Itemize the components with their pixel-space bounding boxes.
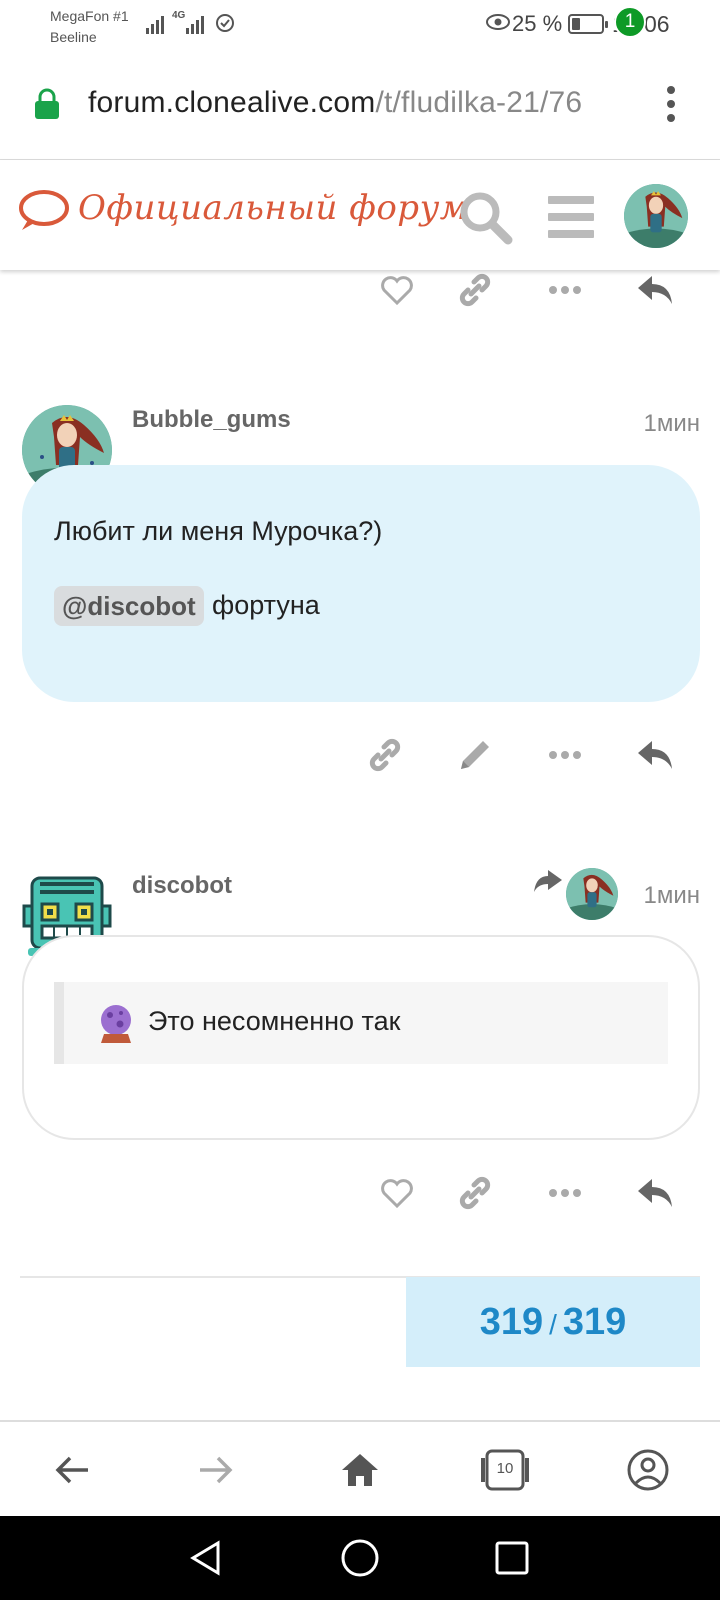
share-link-button[interactable] xyxy=(450,265,500,315)
square-recents-icon xyxy=(495,1541,529,1575)
status-bar: MegaFon #1 Beeline 4G 25 % 19:06 xyxy=(0,0,720,48)
speech-bubble-logo-icon xyxy=(19,190,69,230)
link-icon xyxy=(459,273,491,307)
home-button[interactable] xyxy=(336,1446,384,1494)
post-body-bubble xyxy=(22,465,700,702)
reply-arrow-icon xyxy=(638,741,672,769)
link-icon xyxy=(369,738,401,772)
sync-icon xyxy=(216,14,234,32)
ellipsis-icon xyxy=(549,1189,581,1197)
quote-text: Это несомненно так xyxy=(148,1006,401,1036)
battery-percent: 25 % xyxy=(512,11,563,36)
arrow-right-icon xyxy=(200,1456,233,1484)
browser-toolbar: 10 xyxy=(0,1420,720,1516)
search-icon[interactable] xyxy=(458,190,514,246)
reply-button[interactable] xyxy=(630,265,680,315)
forward-button[interactable] xyxy=(192,1446,240,1494)
tabs-count: 10 xyxy=(496,1460,514,1477)
avatar-image xyxy=(624,184,688,248)
home-icon xyxy=(342,1454,378,1486)
url-path: /t/fludilka-21/76 xyxy=(375,86,583,119)
post-text: Любит ли меня Мурочка?) xyxy=(54,516,383,546)
carrier-info: MegaFon #1 Beeline xyxy=(50,6,129,48)
heart-icon xyxy=(381,1179,413,1208)
url-bar: forum.clonealive.com/t/fludilka-21/76 xyxy=(0,48,720,160)
more-button[interactable] xyxy=(540,730,590,780)
system-back-button[interactable] xyxy=(184,1536,228,1580)
blockquote: Это несомненно так xyxy=(54,982,668,1064)
edit-button[interactable] xyxy=(450,730,500,780)
topic-progress[interactable]: 319/319 xyxy=(406,1277,700,1367)
more-options-icon[interactable] xyxy=(664,86,678,122)
avatar-image xyxy=(566,868,618,920)
notification-badge[interactable]: 1 xyxy=(614,6,646,38)
carrier-2: Beeline xyxy=(50,29,97,45)
network-type: 4G xyxy=(172,10,186,21)
hamburger-menu-icon[interactable] xyxy=(548,196,594,247)
reply-button[interactable] xyxy=(630,1168,680,1218)
lock-icon[interactable] xyxy=(34,88,60,120)
user-avatar[interactable] xyxy=(624,184,688,248)
heart-icon xyxy=(381,276,413,305)
reply-to-arrow-icon[interactable] xyxy=(534,868,562,892)
post-username[interactable]: discobot xyxy=(132,872,232,900)
post-actions-previous xyxy=(0,265,720,315)
post-actions-discobot xyxy=(0,1168,720,1218)
progress-current: 319 xyxy=(479,1301,544,1343)
post-time[interactable]: 1мин xyxy=(643,410,700,438)
post-text-after-mention: фортуна xyxy=(212,590,320,620)
share-link-button[interactable] xyxy=(450,1168,500,1218)
signal-icon xyxy=(146,16,164,34)
link-icon xyxy=(459,1176,491,1210)
tabs-button[interactable]: 10 xyxy=(480,1446,530,1494)
share-link-button[interactable] xyxy=(360,730,410,780)
pencil-icon xyxy=(461,741,489,769)
forum-header: Официальный форум xyxy=(0,160,720,270)
ellipsis-icon xyxy=(549,751,581,759)
reply-to-avatar[interactable] xyxy=(566,868,618,920)
post-time[interactable]: 1мин xyxy=(643,882,700,910)
circle-home-icon xyxy=(341,1539,379,1577)
account-button[interactable] xyxy=(624,1446,672,1494)
like-button[interactable] xyxy=(372,265,422,315)
mention-link[interactable]: @discobot xyxy=(54,586,204,626)
forum-logo-text[interactable]: Официальный форум xyxy=(78,188,469,228)
carrier-1: MegaFon #1 xyxy=(50,8,129,24)
reply-arrow-icon xyxy=(638,276,672,304)
address-field[interactable]: forum.clonealive.com/t/fludilka-21/76 xyxy=(88,86,582,120)
system-home-button[interactable] xyxy=(338,1536,382,1580)
account-icon xyxy=(627,1449,669,1491)
crystal-ball-icon xyxy=(101,1005,131,1043)
ellipsis-icon xyxy=(549,286,581,294)
eye-icon xyxy=(486,14,510,30)
like-button[interactable] xyxy=(372,1168,422,1218)
signal-icon-2 xyxy=(186,16,204,34)
post-username[interactable]: Bubble_gums xyxy=(132,406,291,434)
more-button[interactable] xyxy=(540,265,590,315)
system-recents-button[interactable] xyxy=(490,1536,534,1580)
url-host: forum.clonealive.com xyxy=(88,86,376,119)
more-button[interactable] xyxy=(540,1168,590,1218)
back-button[interactable] xyxy=(48,1446,96,1494)
reply-button[interactable] xyxy=(630,730,680,780)
triangle-back-icon xyxy=(190,1540,220,1576)
reply-arrow-icon xyxy=(638,1179,672,1207)
progress-separator: / xyxy=(549,1309,557,1340)
battery-icon xyxy=(568,14,608,34)
post-actions-bubble-gums xyxy=(0,730,720,780)
progress-total: 319 xyxy=(562,1301,627,1343)
arrow-left-icon xyxy=(55,1456,88,1484)
system-nav-bar xyxy=(0,1516,720,1600)
